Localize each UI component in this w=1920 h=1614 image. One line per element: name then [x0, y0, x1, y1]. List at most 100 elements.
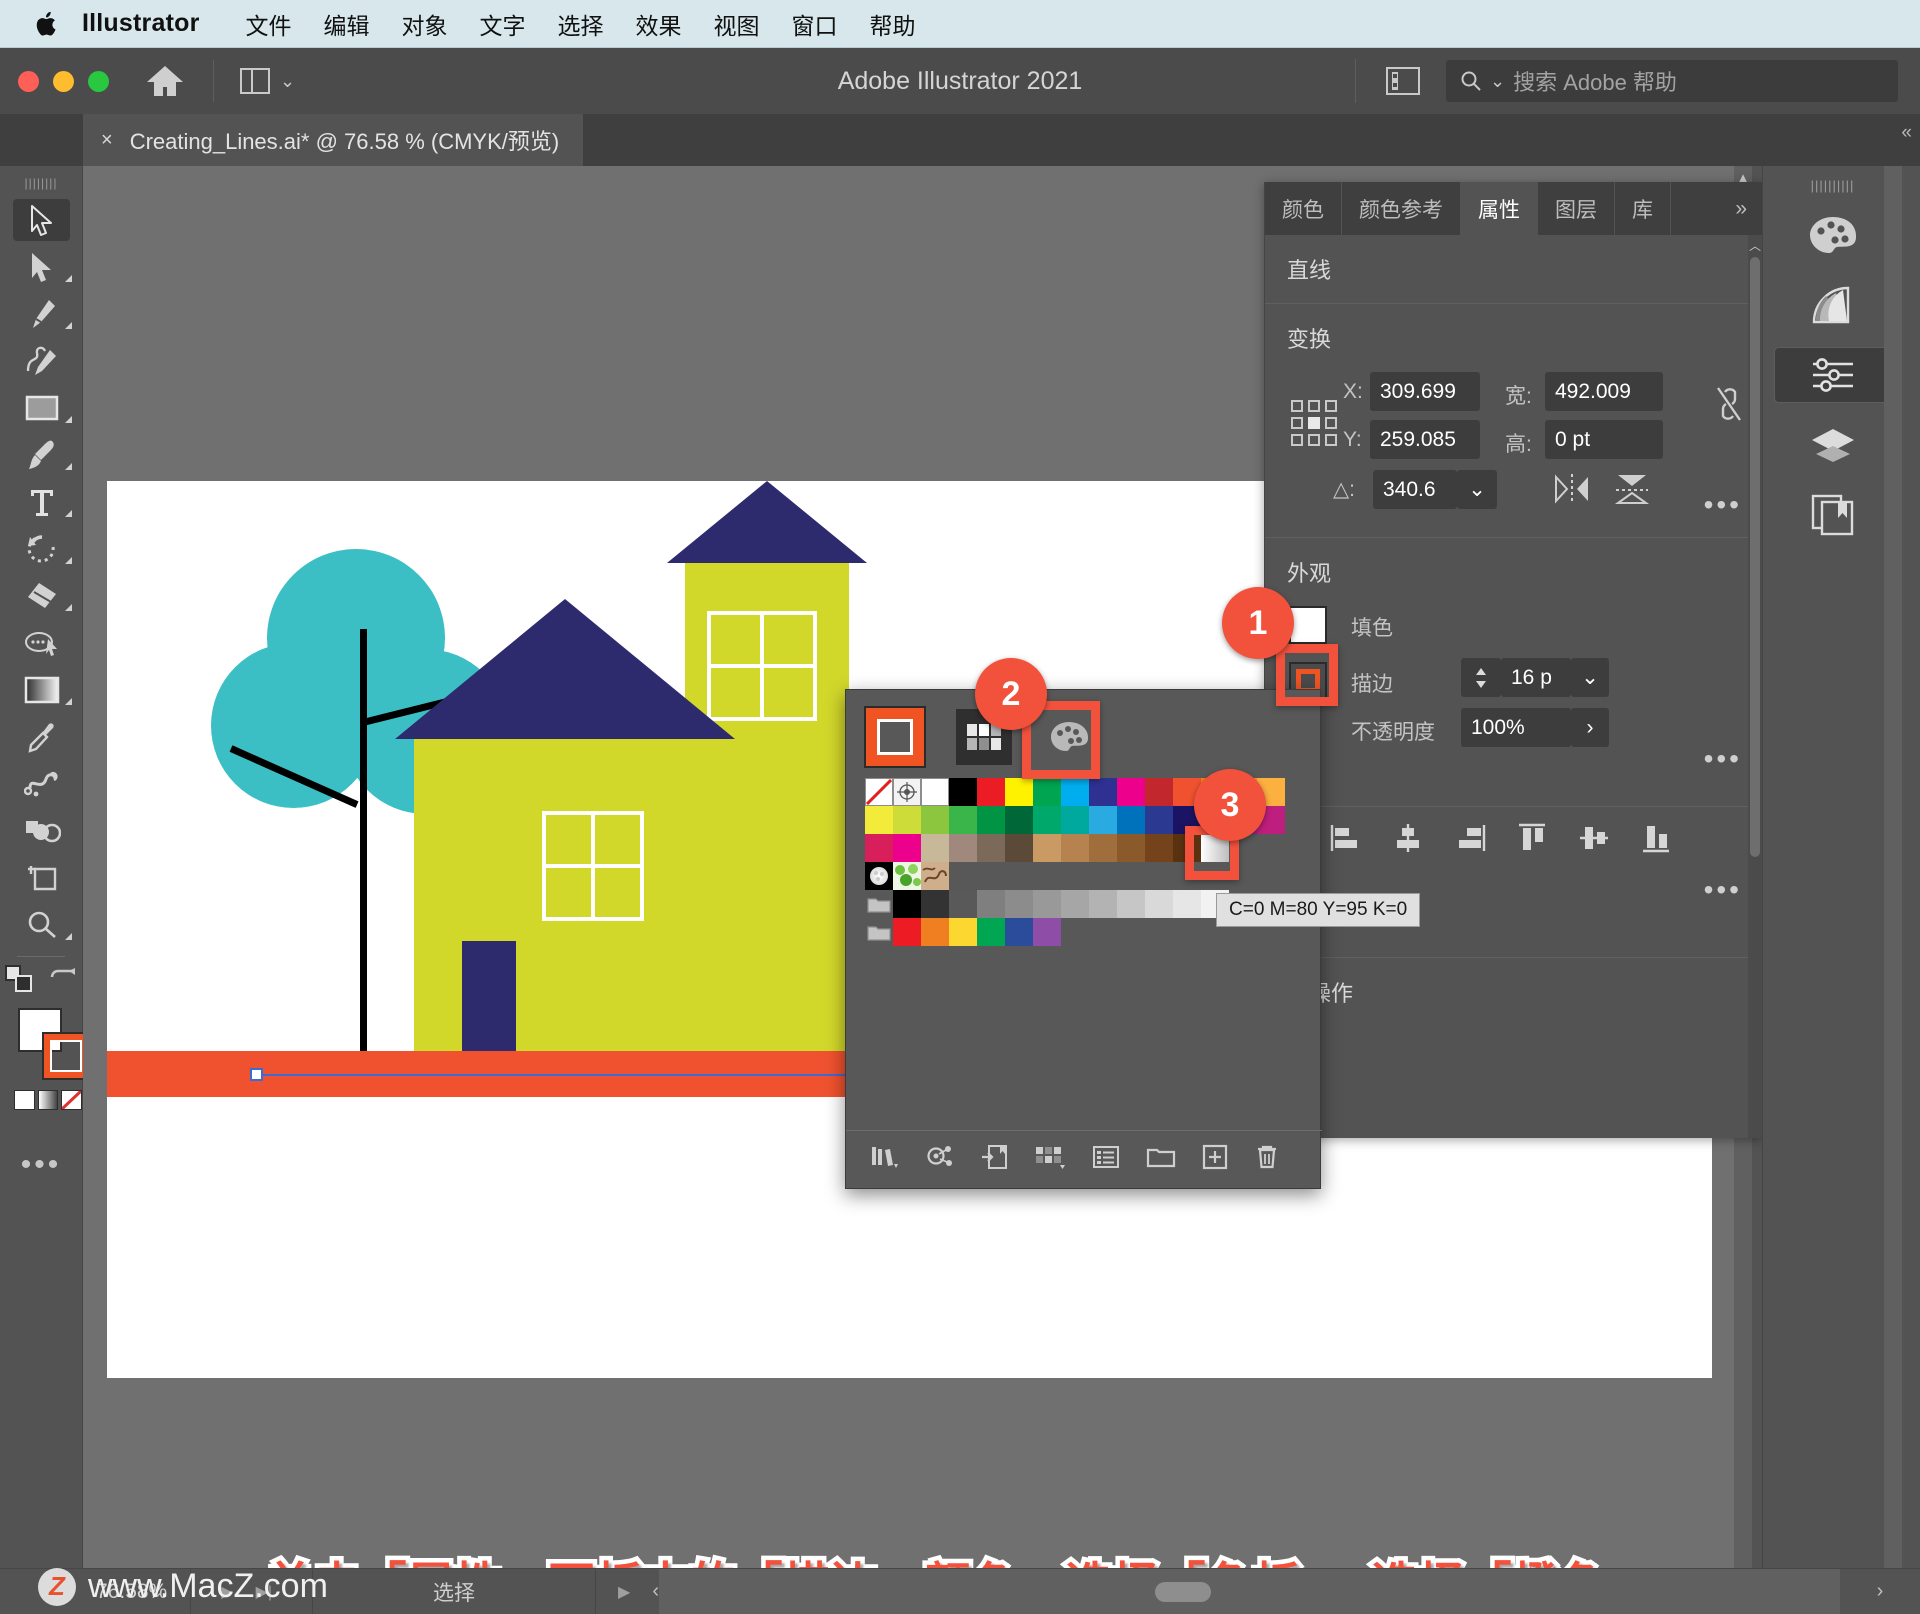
menu-file[interactable]: 文件 [230, 7, 308, 41]
menu-view[interactable]: 视图 [698, 7, 776, 41]
panel-scrollbar-thumb[interactable] [1750, 257, 1760, 857]
tool-flyout-icon[interactable] [65, 322, 72, 329]
swatch-gray[interactable] [1089, 890, 1117, 918]
align-center-vertical-icon[interactable] [1577, 821, 1611, 860]
edit-toolbar-icon[interactable]: ••• [0, 1148, 82, 1182]
dock-grip[interactable]: |||||||||| [1763, 166, 1902, 193]
angle-dropdown-icon[interactable]: ⌄ [1457, 470, 1497, 509]
swatch-color[interactable] [1089, 834, 1117, 862]
minimize-window-button[interactable] [53, 70, 74, 92]
swatch-registration[interactable] [893, 778, 921, 806]
home-icon[interactable] [145, 64, 185, 98]
layers-panel-icon[interactable] [1774, 417, 1892, 473]
swatch-gray[interactable] [1117, 890, 1145, 918]
swatch-bright[interactable] [1033, 918, 1061, 946]
align-left-icon[interactable] [1329, 821, 1363, 860]
paintbrush-tool[interactable] [0, 431, 83, 478]
eraser-tool[interactable] [0, 572, 83, 619]
artboard-nav-icon[interactable]: ▶ [618, 1582, 630, 1602]
shape-builder-tool[interactable] [0, 807, 83, 854]
tool-flyout-icon[interactable] [65, 416, 72, 423]
swatch-color[interactable] [893, 806, 921, 834]
swatch-white[interactable] [921, 778, 949, 806]
swatch-yellow[interactable] [1005, 778, 1033, 806]
align-buttons-group[interactable] [1329, 821, 1673, 860]
swatch-color[interactable] [1145, 806, 1173, 834]
swatch-dark-red[interactable] [1145, 778, 1173, 806]
flip-vertical-icon[interactable] [1613, 472, 1651, 511]
pen-tool[interactable] [0, 290, 83, 337]
tool-flyout-icon[interactable] [65, 933, 72, 940]
artboard-tool[interactable] [0, 854, 83, 901]
pattern-leaves-swatch[interactable] [893, 862, 921, 890]
swap-fill-stroke-icon[interactable] [49, 967, 77, 996]
swatch-color[interactable] [977, 806, 1005, 834]
document-layout-icon[interactable] [1386, 67, 1420, 95]
dock-scrollbar[interactable] [1884, 166, 1902, 1614]
angle-input[interactable]: 340.6 [1373, 470, 1457, 509]
swatch-bright[interactable] [949, 918, 977, 946]
align-right-icon[interactable] [1453, 821, 1487, 860]
ref-point-t[interactable] [1308, 400, 1320, 412]
menu-select[interactable]: 选择 [542, 7, 620, 41]
swatch-red[interactable] [977, 778, 1005, 806]
swatch-magenta[interactable] [1117, 778, 1145, 806]
libraries-panel-icon[interactable] [1774, 487, 1892, 543]
window-controls[interactable] [18, 70, 109, 92]
ref-point-b[interactable] [1308, 434, 1320, 446]
align-bottom-icon[interactable] [1639, 821, 1673, 860]
tab-color-guide[interactable]: 颜色参考 [1342, 182, 1461, 235]
tab-layers[interactable]: 图层 [1538, 182, 1615, 235]
swatch-gray[interactable] [977, 890, 1005, 918]
type-tool[interactable] [0, 478, 83, 525]
x-input[interactable]: 309.699 [1370, 372, 1480, 411]
swatch-color[interactable] [1033, 806, 1061, 834]
rectangle-tool[interactable] [0, 384, 83, 431]
collapse-panels-icon[interactable]: « [1901, 122, 1911, 144]
ref-point-r[interactable] [1325, 417, 1337, 429]
tool-flyout-icon[interactable] [65, 510, 72, 517]
menu-help[interactable]: 帮助 [854, 7, 932, 41]
align-center-horizontal-icon[interactable] [1391, 821, 1425, 860]
appearance-more-options-icon[interactable]: ••• [1704, 745, 1742, 773]
link-broken-icon[interactable] [1714, 382, 1744, 431]
swatch-libraries-icon[interactable] [870, 1144, 900, 1175]
swatch-color[interactable] [1145, 834, 1173, 862]
swatch-options-icon[interactable] [1092, 1145, 1120, 1174]
swatch-gray[interactable] [949, 890, 977, 918]
swatch-green[interactable] [1033, 778, 1061, 806]
tool-flyout-icon[interactable] [65, 604, 72, 611]
pattern-dots-swatch[interactable] [865, 862, 893, 890]
swatch-color[interactable] [865, 806, 893, 834]
blend-tool[interactable] [0, 760, 83, 807]
close-window-button[interactable] [18, 70, 39, 92]
swatch-color[interactable] [921, 806, 949, 834]
swatch-color[interactable] [893, 834, 921, 862]
swatch-row[interactable] [865, 834, 1320, 862]
tool-flyout-icon[interactable] [65, 275, 72, 282]
new-color-group-icon[interactable] [1146, 1145, 1176, 1174]
swatch-gray[interactable] [1173, 890, 1201, 918]
tool-flyout-icon[interactable] [65, 557, 72, 564]
apple-logo-icon[interactable] [34, 9, 60, 39]
menu-effect[interactable]: 效果 [620, 7, 698, 41]
width-input[interactable]: 492.009 [1545, 372, 1663, 411]
ref-point-tl[interactable] [1291, 400, 1303, 412]
swatch-group-folder-icon[interactable] [865, 890, 893, 918]
swatch-color[interactable] [1005, 834, 1033, 862]
selection-tool[interactable] [0, 196, 83, 243]
tool-flyout-icon[interactable] [65, 463, 72, 470]
color-mode-icon[interactable] [14, 1090, 35, 1110]
transform-more-options-icon[interactable]: ••• [1704, 491, 1742, 519]
y-input[interactable]: 259.085 [1370, 420, 1480, 459]
menu-type[interactable]: 文字 [464, 7, 542, 41]
tab-libraries[interactable]: 库 [1615, 182, 1671, 235]
swatch-color[interactable] [1005, 806, 1033, 834]
zoom-tool[interactable] [0, 901, 83, 948]
maximize-window-button[interactable] [88, 70, 109, 92]
swatch-color[interactable] [949, 806, 977, 834]
swatch-gray[interactable] [1033, 890, 1061, 918]
horizontal-scrollbar-thumb[interactable] [1155, 1581, 1212, 1602]
menu-object[interactable]: 对象 [386, 7, 464, 41]
swatch-none[interactable] [865, 778, 893, 806]
